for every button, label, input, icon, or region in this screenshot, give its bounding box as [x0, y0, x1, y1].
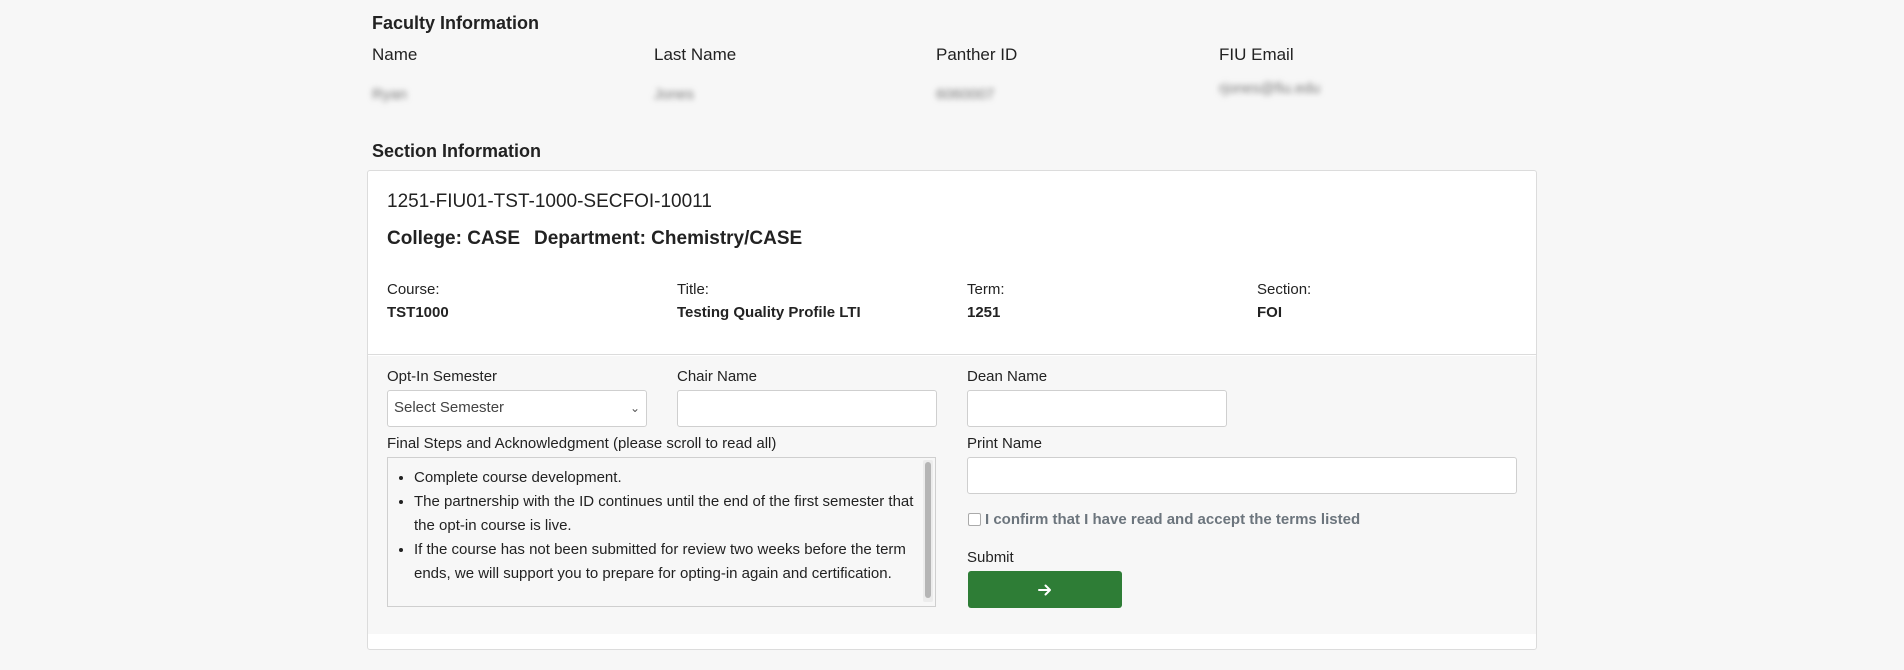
print-name-label: Print Name	[967, 435, 1043, 452]
terms-item: If the course has not been submitted for…	[414, 538, 921, 586]
submit-label: Submit	[967, 549, 1014, 566]
confirm-label: I confirm that I have read and accept th…	[985, 511, 1361, 528]
term-label: Term:	[967, 281, 1005, 298]
submit-button[interactable]	[968, 571, 1122, 608]
faculty-last-name-label: Last Name	[654, 45, 737, 64]
opt-in-semester-select[interactable]: Select Semester ⌄	[387, 390, 647, 427]
section-label: Section:	[1257, 281, 1312, 298]
chair-name-label: Chair Name	[677, 368, 758, 385]
college-label: College: CASE	[387, 228, 521, 249]
course-label: Course:	[387, 281, 440, 298]
section-card: 1251-FIU01-TST-1000-SECFOI-10011 College…	[367, 170, 1537, 650]
faculty-email-value: rjones@fiu.edu	[1219, 80, 1321, 97]
course-value: TST1000	[387, 304, 449, 321]
faculty-email-label: FIU Email	[1219, 45, 1294, 64]
opt-in-form: Opt-In Semester Select Semester ⌄ Chair …	[368, 356, 1536, 634]
dean-name-label: Dean Name	[967, 368, 1048, 385]
section-value: FOI	[1257, 304, 1282, 321]
terms-item: Complete course development.	[414, 466, 921, 490]
section-details: 1251-FIU01-TST-1000-SECFOI-10011 College…	[368, 171, 1536, 355]
faculty-name-value: Ryan	[372, 86, 408, 103]
terms-scrollbar-thumb[interactable]	[925, 462, 931, 598]
terms-scrollbar[interactable]	[923, 460, 933, 602]
faculty-heading: Faculty Information	[372, 13, 540, 33]
opt-in-semester-selected: Select Semester	[394, 399, 505, 416]
faculty-panther-id-label: Panther ID	[936, 45, 1018, 64]
section-heading: Section Information	[372, 141, 542, 161]
terms-item: The partnership with the ID continues un…	[414, 490, 921, 538]
faculty-panther-id-value: 6060007	[936, 86, 995, 103]
dean-name-input[interactable]	[967, 390, 1227, 427]
title-label: Title:	[677, 281, 709, 298]
chevron-down-icon: ⌄	[629, 401, 640, 415]
confirm-checkbox[interactable]	[968, 513, 981, 526]
faculty-last-name-value: Jones	[654, 86, 695, 103]
section-code: 1251-FIU01-TST-1000-SECFOI-10011	[387, 191, 712, 212]
terms-label: Final Steps and Acknowledgment (please s…	[387, 435, 777, 452]
term-value: 1251	[967, 304, 1001, 321]
confirm-terms[interactable]: I confirm that I have read and accept th…	[968, 511, 1360, 528]
arrow-right-icon	[1038, 584, 1051, 595]
print-name-input[interactable]	[967, 457, 1517, 494]
department-label: Department: Chemistry/CASE	[534, 228, 803, 249]
chair-name-input[interactable]	[677, 390, 937, 427]
title-value: Testing Quality Profile LTI	[677, 304, 861, 321]
faculty-name-label: Name	[372, 45, 418, 64]
opt-in-semester-label: Opt-In Semester	[387, 368, 498, 385]
terms-scroll-box[interactable]: Complete course development. The partner…	[387, 457, 936, 607]
